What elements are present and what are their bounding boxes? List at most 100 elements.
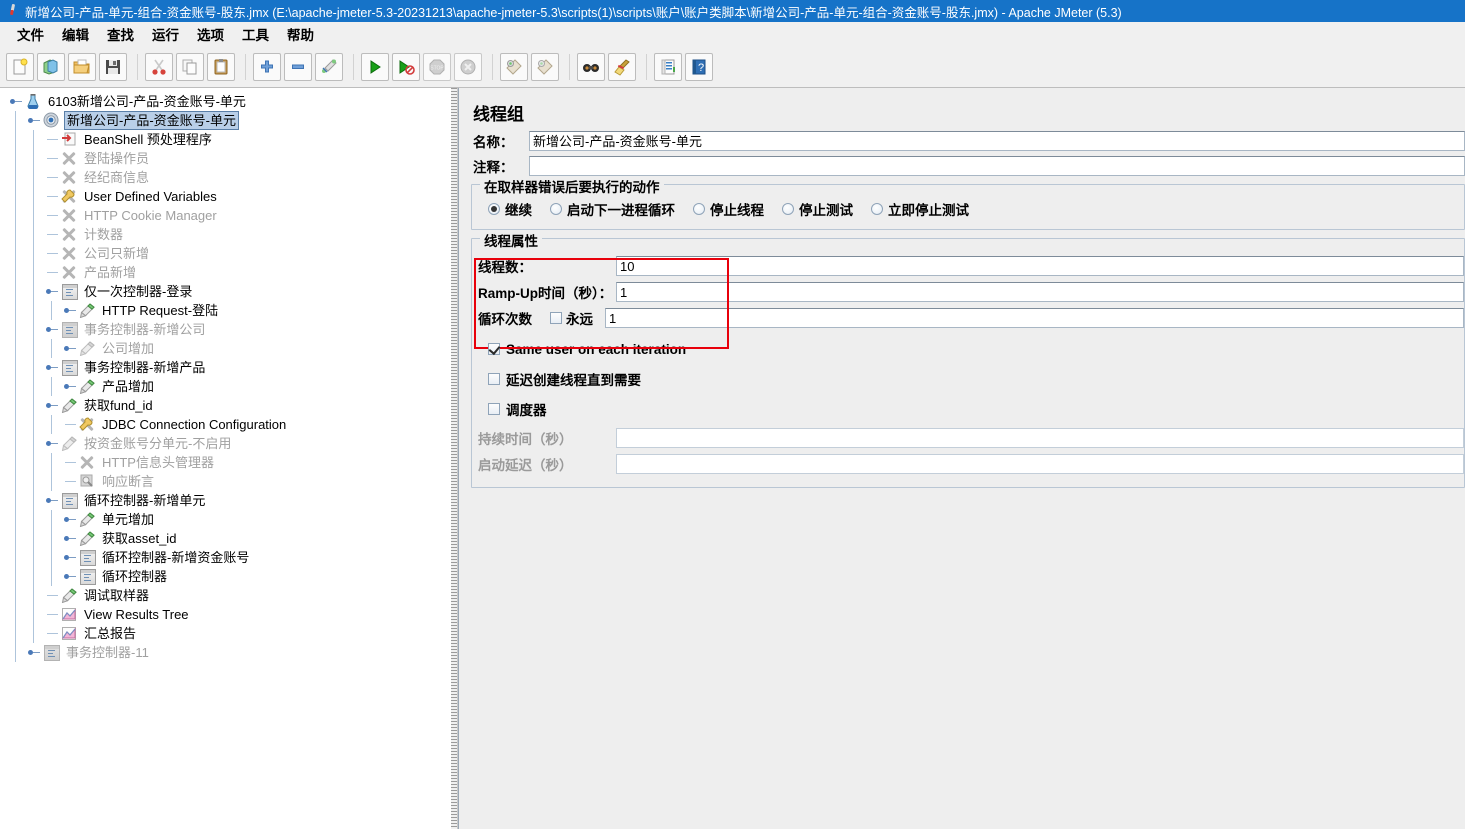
menu-tools[interactable]: 工具 — [233, 22, 278, 46]
tree-indent — [0, 130, 44, 149]
radio-stop-test[interactable]: 停止测试 — [782, 199, 853, 219]
tree-node[interactable]: 事务控制器-11 — [0, 643, 450, 662]
test-plan-tree-pane[interactable]: 6103新增公司-产品-资金账号-单元 新增公司-产品-资金账号-单元 BeanSh… — [0, 88, 450, 829]
toolbar-start-no-pauses[interactable] — [392, 53, 420, 81]
tree-node[interactable]: HTTP Request-登陆 — [0, 301, 450, 320]
tree-expand-toggle-icon[interactable] — [44, 358, 60, 377]
menu-file[interactable]: 文件 — [8, 22, 53, 46]
tree-expand-toggle-icon[interactable] — [62, 548, 78, 567]
scheduler-row[interactable]: 调度器 — [472, 397, 1464, 421]
tree-node[interactable]: 事务控制器-新增公司 — [0, 320, 450, 339]
tree-node[interactable]: 循环控制器-新增单元 — [0, 491, 450, 510]
toolbar-templates[interactable] — [37, 53, 65, 81]
tree-node-label: 单元增加 — [102, 512, 155, 527]
tree-node[interactable]: 汇总报告 — [0, 624, 450, 643]
radio-stop-thread[interactable]: 停止线程 — [693, 199, 764, 219]
tree-indent — [0, 206, 44, 225]
tree-expand-toggle-icon[interactable] — [44, 491, 60, 510]
tree-node[interactable]: HTTP Cookie Manager — [0, 206, 450, 225]
tree-expand-toggle-icon[interactable] — [44, 320, 60, 339]
tree-expand-toggle-icon[interactable] — [62, 301, 78, 320]
toolbar-reset-search[interactable] — [608, 53, 636, 81]
tree-node[interactable]: 产品增加 — [0, 377, 450, 396]
same-user-checkbox[interactable] — [488, 343, 500, 355]
tree-node[interactable]: 响应断言 — [0, 472, 450, 491]
toolbar-new[interactable] — [6, 53, 34, 81]
menu-help[interactable]: 帮助 — [278, 22, 323, 46]
tree-expand-toggle-icon[interactable] — [62, 510, 78, 529]
tree-node[interactable]: 获取fund_id — [0, 396, 450, 415]
tree-node[interactable]: 公司只新增 — [0, 244, 450, 263]
loop-forever-checkbox[interactable] — [550, 312, 562, 324]
toolbar-paste[interactable] — [207, 53, 235, 81]
test-plan-tree[interactable]: 6103新增公司-产品-资金账号-单元 新增公司-产品-资金账号-单元 BeanSh… — [0, 88, 450, 662]
menu-search[interactable]: 查找 — [98, 22, 143, 46]
tree-node[interactable]: 产品新增 — [0, 263, 450, 282]
tree-node[interactable]: 获取asset_id — [0, 529, 450, 548]
tree-expand-toggle-icon[interactable] — [8, 92, 24, 111]
same-user-row[interactable]: Same user on each iteration — [472, 337, 1464, 361]
menu-options[interactable]: 选项 — [188, 22, 233, 46]
disabled-x-icon — [78, 454, 96, 471]
toolbar-cut[interactable] — [145, 53, 173, 81]
toolbar-save[interactable] — [99, 53, 127, 81]
toolbar-clear-all[interactable] — [531, 53, 559, 81]
toolbar-copy[interactable] — [176, 53, 204, 81]
tree-node[interactable]: 经纪商信息 — [0, 168, 450, 187]
tree-node[interactable]: 事务控制器-新增产品 — [0, 358, 450, 377]
radio-stop-test-now[interactable]: 立即停止测试 — [871, 199, 969, 219]
delay-thread-creation-row[interactable]: 延迟创建线程直到需要 — [472, 367, 1464, 391]
duration-input[interactable] — [616, 428, 1464, 448]
tree-expand-toggle-icon[interactable] — [62, 567, 78, 586]
tree-node[interactable]: JDBC Connection Configuration — [0, 415, 450, 434]
tree-expand-toggle-icon[interactable] — [62, 529, 78, 548]
tree-node[interactable]: 计数器 — [0, 225, 450, 244]
tree-node[interactable]: 调试取样器 — [0, 586, 450, 605]
menu-edit[interactable]: 编辑 — [53, 22, 98, 46]
radio-continue[interactable]: 继续 — [488, 199, 532, 219]
tree-expand-toggle-icon[interactable] — [44, 396, 60, 415]
tree-expand-toggle-icon[interactable] — [44, 434, 60, 453]
toolbar-toggle[interactable] — [315, 53, 343, 81]
toolbar-shutdown[interactable] — [454, 53, 482, 81]
scheduler-checkbox[interactable] — [488, 403, 500, 415]
tree-node[interactable]: User Defined Variables — [0, 187, 450, 206]
tree-node[interactable]: 公司增加 — [0, 339, 450, 358]
tree-expand-toggle-icon[interactable] — [62, 339, 78, 358]
tree-node[interactable]: HTTP信息头管理器 — [0, 453, 450, 472]
tree-node[interactable]: 循环控制器-新增资金账号 — [0, 548, 450, 567]
tree-node[interactable]: 按资金账号分单元-不启用 — [0, 434, 450, 453]
tree-node[interactable]: 6103新增公司-产品-资金账号-单元 — [0, 92, 450, 111]
tree-node[interactable]: 登陆操作员 — [0, 149, 450, 168]
toolbar-start[interactable] — [361, 53, 389, 81]
tree-expand-toggle-icon[interactable] — [62, 377, 78, 396]
tree-node[interactable]: 新增公司-产品-资金账号-单元 — [0, 111, 450, 130]
menu-run[interactable]: 运行 — [143, 22, 188, 46]
tree-node[interactable]: 仅一次控制器-登录 — [0, 282, 450, 301]
tree-node[interactable]: BeanShell 预处理程序 — [0, 130, 450, 149]
tree-expand-toggle-icon[interactable] — [26, 111, 42, 130]
tree-expand-toggle-icon[interactable] — [26, 643, 42, 662]
toolbar-function-helper[interactable] — [654, 53, 682, 81]
tree-expand-toggle-icon[interactable] — [44, 282, 60, 301]
tree-node[interactable]: 循环控制器 — [0, 567, 450, 586]
toolbar-open[interactable] — [68, 53, 96, 81]
tree-node-label: User Defined Variables — [84, 189, 217, 204]
toolbar-expand-all[interactable] — [253, 53, 281, 81]
toolbar-collapse-all[interactable] — [284, 53, 312, 81]
toolbar-stop[interactable]: STOP — [423, 53, 451, 81]
comment-input[interactable] — [529, 156, 1465, 176]
toolbar-clear[interactable] — [500, 53, 528, 81]
toolbar-search[interactable] — [577, 53, 605, 81]
name-input[interactable]: 新增公司-产品-资金账号-单元 — [529, 131, 1465, 151]
toolbar-help[interactable]: ? — [685, 53, 713, 81]
tree-node[interactable]: View Results Tree — [0, 605, 450, 624]
startup-delay-input[interactable] — [616, 454, 1464, 474]
radio-start-next-loop[interactable]: 启动下一进程循环 — [550, 199, 675, 219]
split-divider[interactable] — [450, 88, 458, 829]
ramp-up-input[interactable]: 1 — [616, 282, 1464, 302]
loop-count-input[interactable]: 1 — [605, 308, 1464, 328]
thread-count-input[interactable]: 10 — [616, 256, 1464, 276]
delay-thread-creation-checkbox[interactable] — [488, 373, 500, 385]
tree-node[interactable]: 单元增加 — [0, 510, 450, 529]
